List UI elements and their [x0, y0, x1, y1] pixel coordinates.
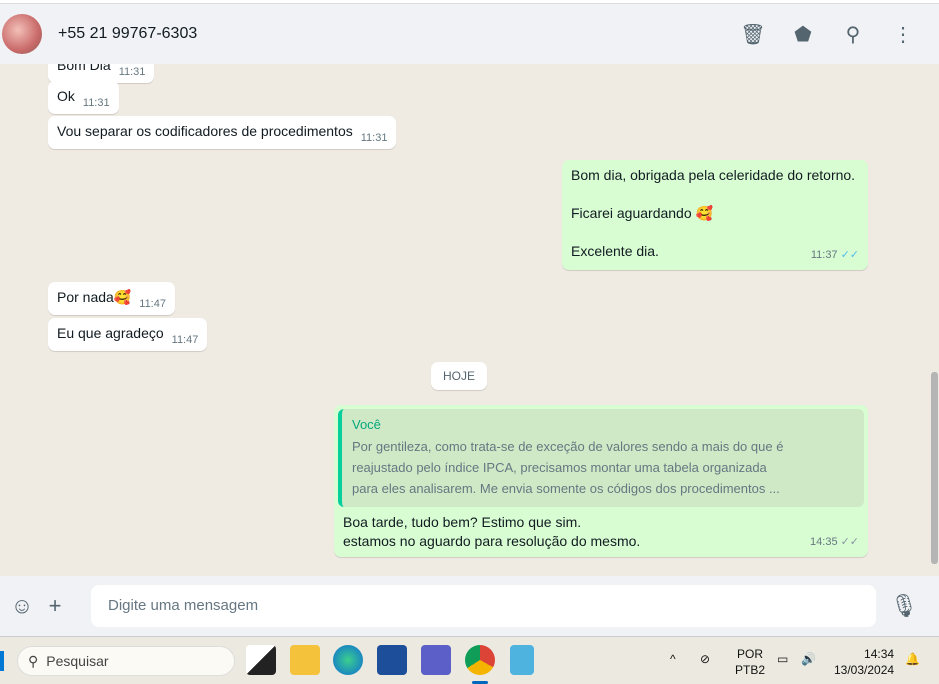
- message-text: Ficarei aguardando 🥰: [571, 205, 713, 221]
- message-text: Por nada🥰: [57, 289, 132, 305]
- message-input[interactable]: Digite uma mensagem: [91, 585, 876, 627]
- message-text: Bom dia, obrigada pela celeridade do ret…: [571, 167, 856, 183]
- message-time: 11:31: [360, 132, 388, 144]
- chrome-icon[interactable]: [465, 645, 495, 675]
- layout: PTB2: [735, 663, 766, 677]
- message-out: Bom dia, obrigada pela celeridade do ret…: [562, 160, 868, 270]
- message-text: Eu que agradeço: [57, 325, 164, 341]
- display-icon[interactable]: ▭: [777, 651, 788, 667]
- message-time: 11:31: [82, 97, 110, 109]
- clock[interactable]: 14:34 13/03/2024: [834, 646, 894, 678]
- language-indicator[interactable]: POR PTB2: [735, 646, 765, 678]
- message-in: Vou separar os codificadores de procedim…: [48, 116, 397, 149]
- chevron-up-icon[interactable]: ^: [670, 651, 676, 667]
- label-icon[interactable]: ⬟: [789, 20, 817, 48]
- quoted-message[interactable]: Você Por gentileza, como trata-se de exc…: [338, 409, 864, 507]
- message-time: 11:47: [171, 334, 199, 346]
- plus-icon[interactable]: +: [40, 591, 70, 621]
- read-ticks-icon: ✓✓: [840, 249, 859, 261]
- quote-text: Por gentileza, como trata-se de exceção …: [352, 439, 784, 454]
- message-text: Vou separar os codificadores de procedim…: [57, 123, 353, 139]
- network-off-icon[interactable]: ⊘: [700, 651, 710, 667]
- quote-author: Você: [352, 417, 381, 432]
- menu-icon[interactable]: ⋮: [889, 20, 917, 48]
- chat-area: Bom Dia 11:31 Ok 11:31 Vou separar os codi…: [0, 64, 939, 576]
- message-text: Bom Dia: [57, 64, 111, 73]
- message-in: Por nada🥰 11:47: [48, 282, 175, 315]
- notification-bell-icon[interactable]: 🔔: [905, 651, 920, 667]
- taskbar: ⚲ Pesquisar ^ ⊘ POR PTB2 ▭ 🔊 14:34 13/03/20…: [0, 636, 939, 684]
- message-in: Ok 11:31: [48, 81, 119, 114]
- composer: ☺ + Digite uma mensagem 🎙: [0, 576, 939, 636]
- trash-icon[interactable]: 🗑: [739, 20, 767, 48]
- message-text: Boa tarde, tudo bem? Estimo que sim.: [343, 514, 582, 530]
- message-text: estamos no aguardo para resolução do mes…: [343, 533, 641, 549]
- time: 14:34: [864, 647, 895, 661]
- message-time: 11:47: [139, 298, 166, 310]
- lang: POR: [737, 647, 764, 661]
- teams-icon[interactable]: [421, 645, 451, 675]
- scrollbar[interactable]: [931, 372, 938, 564]
- search-icon[interactable]: ⚲: [839, 20, 867, 48]
- message-in: Eu que agradeço 11:47: [48, 318, 208, 351]
- volume-icon[interactable]: 🔊: [801, 651, 816, 667]
- store-icon[interactable]: [377, 645, 407, 675]
- message-time: 11:37: [810, 249, 838, 261]
- message-time: 11:31: [118, 66, 146, 78]
- notepad-icon[interactable]: [510, 645, 534, 675]
- quote-text: reajustado pelo índice IPCA, precisamos …: [352, 460, 767, 475]
- avatar[interactable]: [2, 14, 42, 54]
- search-label: Pesquisar: [46, 653, 109, 669]
- message-time: 14:35: [810, 536, 838, 548]
- message-out-reply: Você Por gentileza, como trata-se de exc…: [334, 405, 868, 557]
- delivered-ticks-icon: ✓✓: [840, 536, 859, 548]
- message-text: Ok: [57, 88, 75, 104]
- start-icon[interactable]: [0, 651, 4, 671]
- chat-header: +55 21 99767-6303 🗑 ⬟ ⚲ ⋮: [0, 4, 939, 64]
- emoji-icon[interactable]: ☺: [7, 591, 37, 621]
- quote-text: para eles analisarem. Me envia somente o…: [352, 481, 780, 496]
- file-explorer-icon[interactable]: [290, 645, 320, 675]
- search-icon: ⚲: [28, 652, 39, 669]
- taskbar-search[interactable]: ⚲ Pesquisar: [17, 646, 235, 676]
- edge-icon[interactable]: [333, 645, 363, 675]
- microphone-icon[interactable]: 🎙: [889, 591, 919, 621]
- contact-name[interactable]: +55 21 99767-6303: [58, 25, 197, 43]
- task-view-icon[interactable]: [246, 645, 276, 675]
- date: 13/03/2024: [834, 663, 895, 677]
- day-separator: HOJE: [431, 362, 488, 390]
